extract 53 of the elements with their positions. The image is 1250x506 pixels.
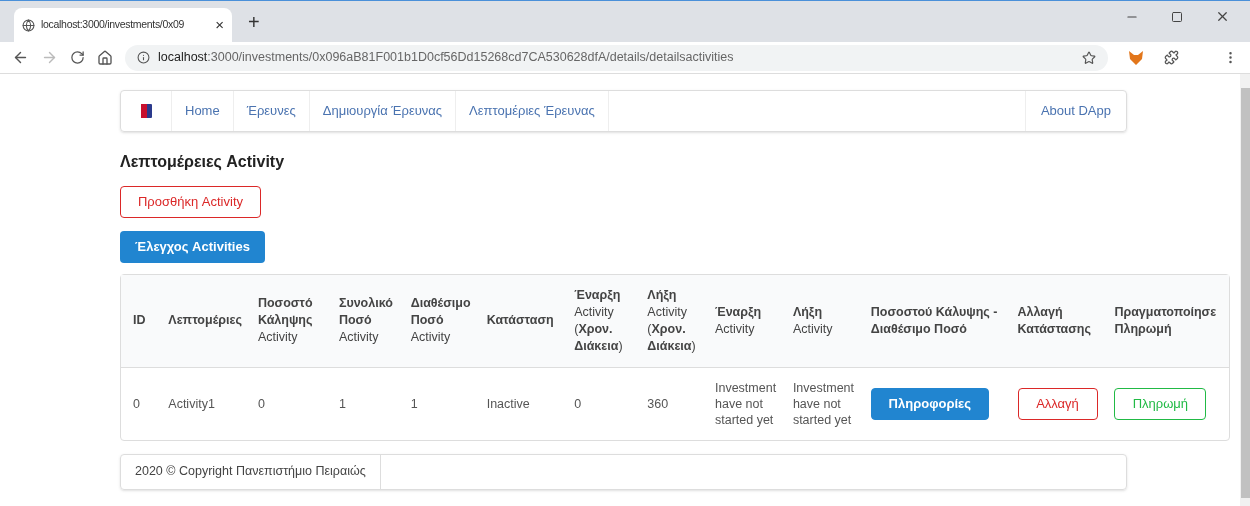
info-icon (137, 51, 150, 64)
column-header: Λήξη Activity (792, 304, 833, 336)
table-cell: 0 (257, 396, 265, 411)
puzzle-icon[interactable] (1164, 50, 1179, 65)
nav-link[interactable]: About DApp (1024, 91, 1126, 131)
change-button[interactable]: Αλλαγή (1017, 387, 1098, 420)
footer-text: 2020 © Copyright Πανεπιστήμιο Πειραιώς (121, 454, 381, 489)
url-text: localhost:3000/investments/0x096aB81F001b1D0cf56Dd15268cd7CA530628dfA/details/detailsactivities (158, 49, 734, 67)
column-header: Κατάσταση (486, 313, 554, 328)
column-header: Ποσοστού Κάλυψης - Διαθέσιμο Ποσό (870, 304, 998, 336)
table-cell: Activity1 (168, 396, 215, 411)
page-heading: Λεπτομέρειες Activity (120, 152, 286, 172)
column-header: Συνολικό Ποσό Activity (338, 296, 393, 345)
nav-link[interactable]: Λεπτομέριες Έρευνας (456, 91, 609, 131)
column-header: Αλλαγή Κατάστασης (1017, 304, 1091, 336)
table-cell: Investment have not started yet (792, 380, 855, 427)
logo-icon[interactable] (140, 104, 152, 118)
scrollbar[interactable] (1240, 74, 1250, 506)
table-cell: Investment have not started yet (715, 380, 777, 427)
tab-close[interactable]: × (215, 13, 224, 37)
column-header: Λεπτομέριες (168, 313, 242, 328)
browser-tab[interactable]: localhost:3000/investments/0x09 × (14, 8, 232, 42)
address-bar[interactable]: localhost:3000/investments/0x096aB81F001b1D0cf56Dd15268cd7CA530628dfA/details/detailsactivities (125, 44, 1108, 71)
home-icon[interactable] (97, 49, 113, 66)
column-header: Διαθέσιμο Ποσό Activity (410, 296, 471, 345)
fox-icon[interactable] (1128, 50, 1144, 65)
column-header: ID (133, 313, 146, 328)
globe-icon (22, 18, 35, 32)
check-activities-button[interactable]: Έλεγχος Activities (120, 231, 265, 263)
back-icon[interactable] (12, 49, 29, 66)
close-icon[interactable] (1215, 9, 1230, 24)
table-cell: 1 (338, 396, 346, 411)
nav-link[interactable]: Δημιουργία Έρευνας (309, 91, 457, 131)
column-header: Έναρξη Activity (715, 304, 762, 336)
table-cell: Inactive (486, 396, 530, 411)
table-cell: 0 (133, 396, 140, 411)
nav-link[interactable]: Home (172, 91, 234, 131)
column-header: Ποσοστό Κάληψης Activity (257, 296, 313, 345)
column-header: Λήξη Activity (Χρον. Διάκεια) (647, 287, 696, 353)
maximize-icon[interactable] (1171, 10, 1183, 23)
column-header: Πραγματοποίησε Πληρωμή (1114, 304, 1217, 336)
payment-button[interactable]: Πληρωμή (1114, 387, 1207, 420)
nav-link[interactable]: Έρευνες (233, 91, 310, 131)
column-header: Έναρξη Activity (Χρον. Διάκεια) (574, 287, 623, 353)
new-tab-button[interactable]: + (248, 6, 260, 37)
reload-icon[interactable] (70, 50, 85, 65)
table-cell: 360 (647, 396, 669, 411)
star-icon[interactable] (1082, 50, 1096, 65)
table-cell: 0 (574, 396, 582, 411)
info-button[interactable]: Πληροφορίες (870, 387, 989, 420)
add-activity-button[interactable]: Προσθήκη Activity (120, 186, 261, 218)
tab-title: localhost:3000/investments/0x09 (41, 17, 185, 33)
table-cell: 1 (410, 396, 418, 411)
